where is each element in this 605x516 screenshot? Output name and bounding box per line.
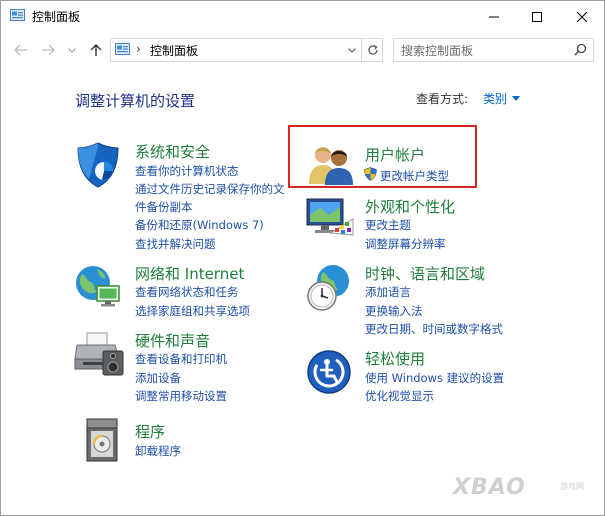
link-view-computer-status[interactable]: 查看你的计算机状态 [135,163,239,179]
monitor-palette-icon[interactable] [305,195,355,241]
arrow-left-icon [14,44,27,56]
network-globe-icon[interactable] [73,263,123,309]
link-file-history-backup[interactable]: 通过文件历史记录保存你的文 [135,181,285,197]
link-date-time-number-format[interactable]: 更改日期、时间或数字格式 [365,321,503,337]
page-heading: 调整计算机的设置 [75,92,196,110]
category-title-network-internet[interactable]: 网络和 Internet [135,263,244,284]
category-title-system-security[interactable]: 系统和安全 [135,141,210,162]
search-icon[interactable] [574,43,587,56]
link-screen-resolution[interactable]: 调整屏幕分辨率 [365,236,446,252]
view-by-arrow-icon[interactable] [512,96,520,101]
link-add-device[interactable]: 添加设备 [135,370,181,386]
link-windows-suggested-settings[interactable]: 使用 Windows 建议的设置 [365,370,504,386]
link-backup-restore[interactable]: 备份和还原(Windows 7) [135,217,264,233]
watermark-logo: XBAO [453,475,526,500]
breadcrumb-control-panel[interactable]: 控制面板 [150,42,198,59]
chevron-down-icon [348,47,356,53]
link-network-status[interactable]: 查看网络状态和任务 [135,284,239,300]
printer-icon[interactable] [73,329,125,377]
up-button[interactable] [87,41,105,59]
accessibility-icon[interactable] [306,349,352,395]
search-placeholder: 搜索控制面板 [401,44,474,58]
address-bar[interactable]: › 控制面板 [110,38,383,62]
refresh-button[interactable] [361,39,383,61]
link-change-account-type[interactable]: 更改帐户类型 [380,168,449,184]
link-troubleshoot[interactable]: 查找并解决问题 [135,236,216,252]
link-devices-printers[interactable]: 查看设备和打印机 [135,351,227,367]
link-uninstall-program[interactable]: 卸载程序 [135,443,181,459]
link-change-input-method[interactable]: 更换输入法 [365,303,423,319]
category-title-clock-language-region[interactable]: 时钟、语言和区域 [365,263,485,284]
category-title-programs[interactable]: 程序 [135,421,165,442]
control-panel-app-icon [10,9,25,21]
address-history-dropdown[interactable] [343,39,361,61]
chevron-down-icon [68,47,76,53]
breadcrumb-separator[interactable]: › [136,42,141,56]
close-icon [576,11,587,22]
category-title-ease-of-access[interactable]: 轻松使用 [365,348,425,369]
users-icon[interactable] [307,142,355,186]
maximize-icon [531,11,542,22]
programs-icon[interactable] [81,415,127,463]
back-button[interactable] [12,41,30,59]
category-title-appearance[interactable]: 外观和个性化 [365,196,455,217]
link-mobility-settings[interactable]: 调整常用移动设置 [135,388,227,404]
watermark-subtext: 游戏网 [560,482,584,491]
shield-icon[interactable] [75,141,121,189]
link-file-history-backup-cont[interactable]: 件备份副本 [135,199,193,215]
control-panel-small-icon [115,43,130,55]
link-add-language[interactable]: 添加语言 [365,284,411,300]
link-optimize-visual-display[interactable]: 优化视觉显示 [365,388,434,404]
control-panel-window: 控制面板 › 控制面板 搜索控制面板 调整计算机的设置 查看方式: 类别 系统和… [0,0,605,516]
view-by-dropdown[interactable]: 类别 [483,90,507,107]
recent-locations-button[interactable] [63,41,81,59]
arrow-up-icon [90,44,102,56]
link-homegroup-sharing[interactable]: 选择家庭组和共享选项 [135,303,250,319]
category-title-hardware-sound[interactable]: 硬件和声音 [135,330,210,351]
search-input[interactable]: 搜索控制面板 [393,38,594,62]
close-button[interactable] [559,1,604,32]
minimize-button[interactable] [471,1,516,32]
link-change-theme[interactable]: 更改主题 [365,217,411,233]
arrow-right-icon [42,44,55,56]
title-bar: 控制面板 [1,1,604,32]
window-title: 控制面板 [32,10,81,24]
clock-globe-icon[interactable] [305,263,353,313]
category-title-user-accounts[interactable]: 用户帐户 [365,144,425,165]
forward-button[interactable] [39,41,57,59]
refresh-icon [367,44,378,55]
minimize-icon [488,16,499,17]
maximize-button[interactable] [514,1,559,32]
view-by-label: 查看方式: [416,92,469,106]
uac-shield-icon [364,167,377,181]
